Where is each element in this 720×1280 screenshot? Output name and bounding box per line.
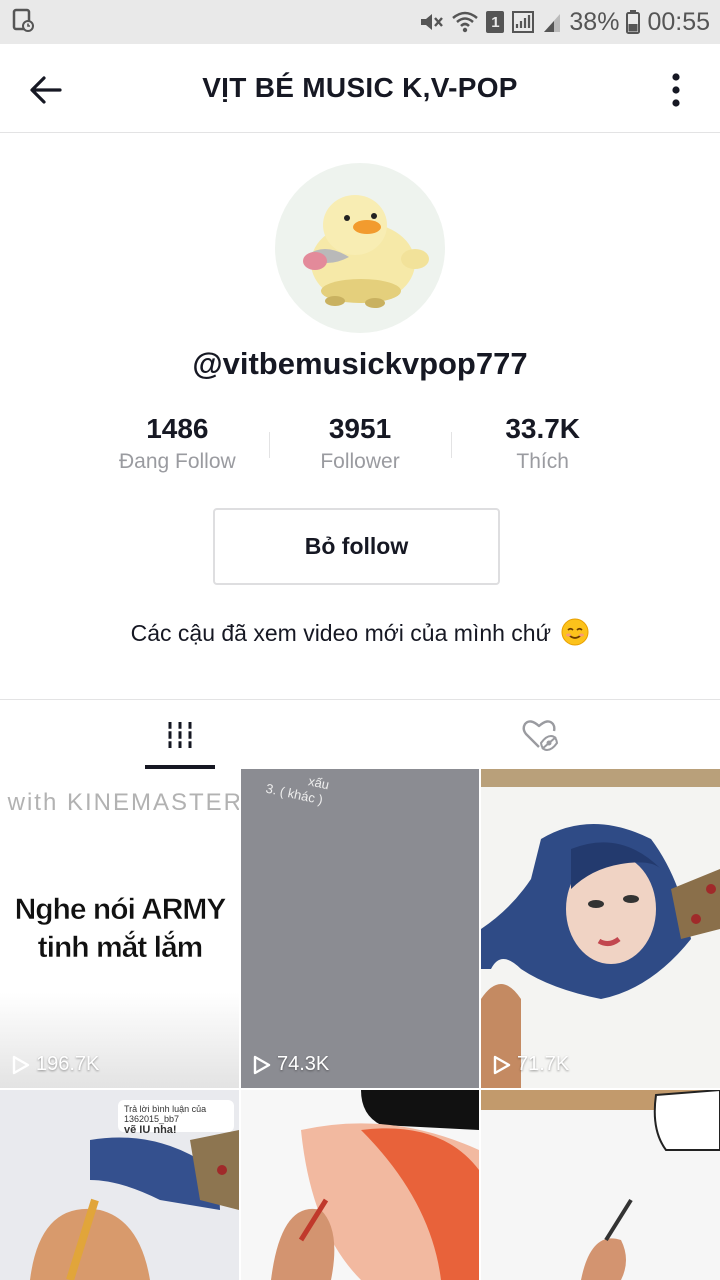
- reply-comment-sticker: Trả lời bình luận của 1362015_bb7 vẽ IU …: [118, 1100, 234, 1136]
- followers-count: 3951: [328, 413, 392, 444]
- likes-stat[interactable]: 33.7K Thích: [451, 412, 634, 482]
- following-stat[interactable]: 1486 Đang Follow: [86, 412, 269, 482]
- liked-hidden-icon: [522, 719, 558, 751]
- video-caption: Nghe nói ARMY tinh mắt lắm: [0, 891, 239, 967]
- view-count-text: 74.3K: [277, 1053, 330, 1075]
- drawing-portrait-image: [481, 769, 720, 1088]
- view-count: 71.7K: [493, 1053, 569, 1076]
- view-count: 74.3K: [253, 1053, 329, 1076]
- view-count-text: 71.7K: [517, 1053, 570, 1075]
- profile-header: VỊT BÉ MUSIC K,V-POP: [0, 44, 720, 133]
- page-title: VỊT BÉ MUSIC K,V-POP: [202, 72, 518, 103]
- bio-text: Các cậu đã xem video mới của mình chứ: [130, 620, 551, 646]
- play-icon: [253, 1055, 271, 1074]
- screen-record-icon: [12, 8, 34, 37]
- view-count: 196.7K: [12, 1053, 99, 1076]
- clock: 00:55: [647, 7, 710, 36]
- play-icon: [12, 1055, 30, 1074]
- play-icon: [493, 1055, 511, 1074]
- unfollow-button[interactable]: Bỏ follow: [213, 508, 500, 585]
- video-thumbnail[interactable]: Trả lời bình luận của 1362015_bb7 vẽ IU …: [0, 1090, 239, 1280]
- caption-line: tinh mắt lắm: [37, 931, 203, 965]
- status-bar: 1 38% 00:55: [0, 0, 720, 44]
- view-count-text: 196.7K: [36, 1053, 100, 1075]
- more-options-button[interactable]: [654, 68, 698, 112]
- video-thumbnail[interactable]: Made with KINEMASTER Nghe nói ARMY tinh …: [0, 769, 239, 1088]
- back-button[interactable]: [24, 68, 68, 112]
- wifi-icon: [451, 10, 479, 34]
- comment-header: Trả lời bình luận của 1362015_bb7: [124, 1104, 207, 1124]
- comment-text: vẽ IU nha!: [124, 1124, 177, 1136]
- profile-bio: Các cậu đã xem video mới của mình chứ: [0, 618, 720, 652]
- watermark-text: Made with KINEMASTER: [0, 789, 239, 816]
- arrow-left-icon: [30, 76, 62, 104]
- followers-label: Follower: [320, 450, 400, 473]
- mute-icon: [418, 10, 444, 34]
- battery-icon: [626, 10, 641, 34]
- video-thumbnail[interactable]: xấu 3. ( khác ) 74.3K: [241, 769, 479, 1088]
- following-count: 1486: [146, 413, 209, 444]
- video-thumbnail[interactable]: [481, 1090, 720, 1280]
- likes-label: Thích: [516, 450, 569, 473]
- video-overlay-text: xấu 3. ( khác ): [264, 769, 331, 809]
- caption-line: Nghe nói ARMY: [14, 893, 226, 927]
- following-label: Đang Follow: [118, 450, 236, 473]
- duck-avatar-image: [303, 195, 429, 308]
- profile-tabs: [0, 699, 720, 769]
- likes-count: 33.7K: [505, 413, 581, 444]
- video-thumbnail[interactable]: 71.7K: [481, 769, 720, 1088]
- video-grid: Made with KINEMASTER Nghe nói ARMY tinh …: [0, 769, 720, 1280]
- avatar[interactable]: [275, 163, 445, 333]
- more-vertical-icon: [672, 73, 680, 107]
- tab-liked[interactable]: [360, 700, 720, 769]
- profile-stats: 1486 Đang Follow 3951 Follower 33.7K Thí…: [86, 412, 634, 482]
- followers-stat[interactable]: 3951 Follower: [268, 412, 452, 482]
- signal-icon-2: [542, 10, 562, 34]
- drawing-process-image: [481, 1090, 720, 1280]
- tab-videos[interactable]: [0, 700, 360, 769]
- video-thumbnail[interactable]: [241, 1090, 479, 1280]
- smiling-face-emoji-icon: [561, 618, 589, 652]
- username-handle: @vitbemusickvpop777: [192, 346, 528, 381]
- sim-badge: 1: [486, 11, 505, 33]
- drawing-process-image: [241, 1090, 479, 1280]
- signal-icon: [511, 10, 535, 34]
- battery-percent: 38%: [569, 7, 620, 36]
- grid-icon: [167, 721, 193, 748]
